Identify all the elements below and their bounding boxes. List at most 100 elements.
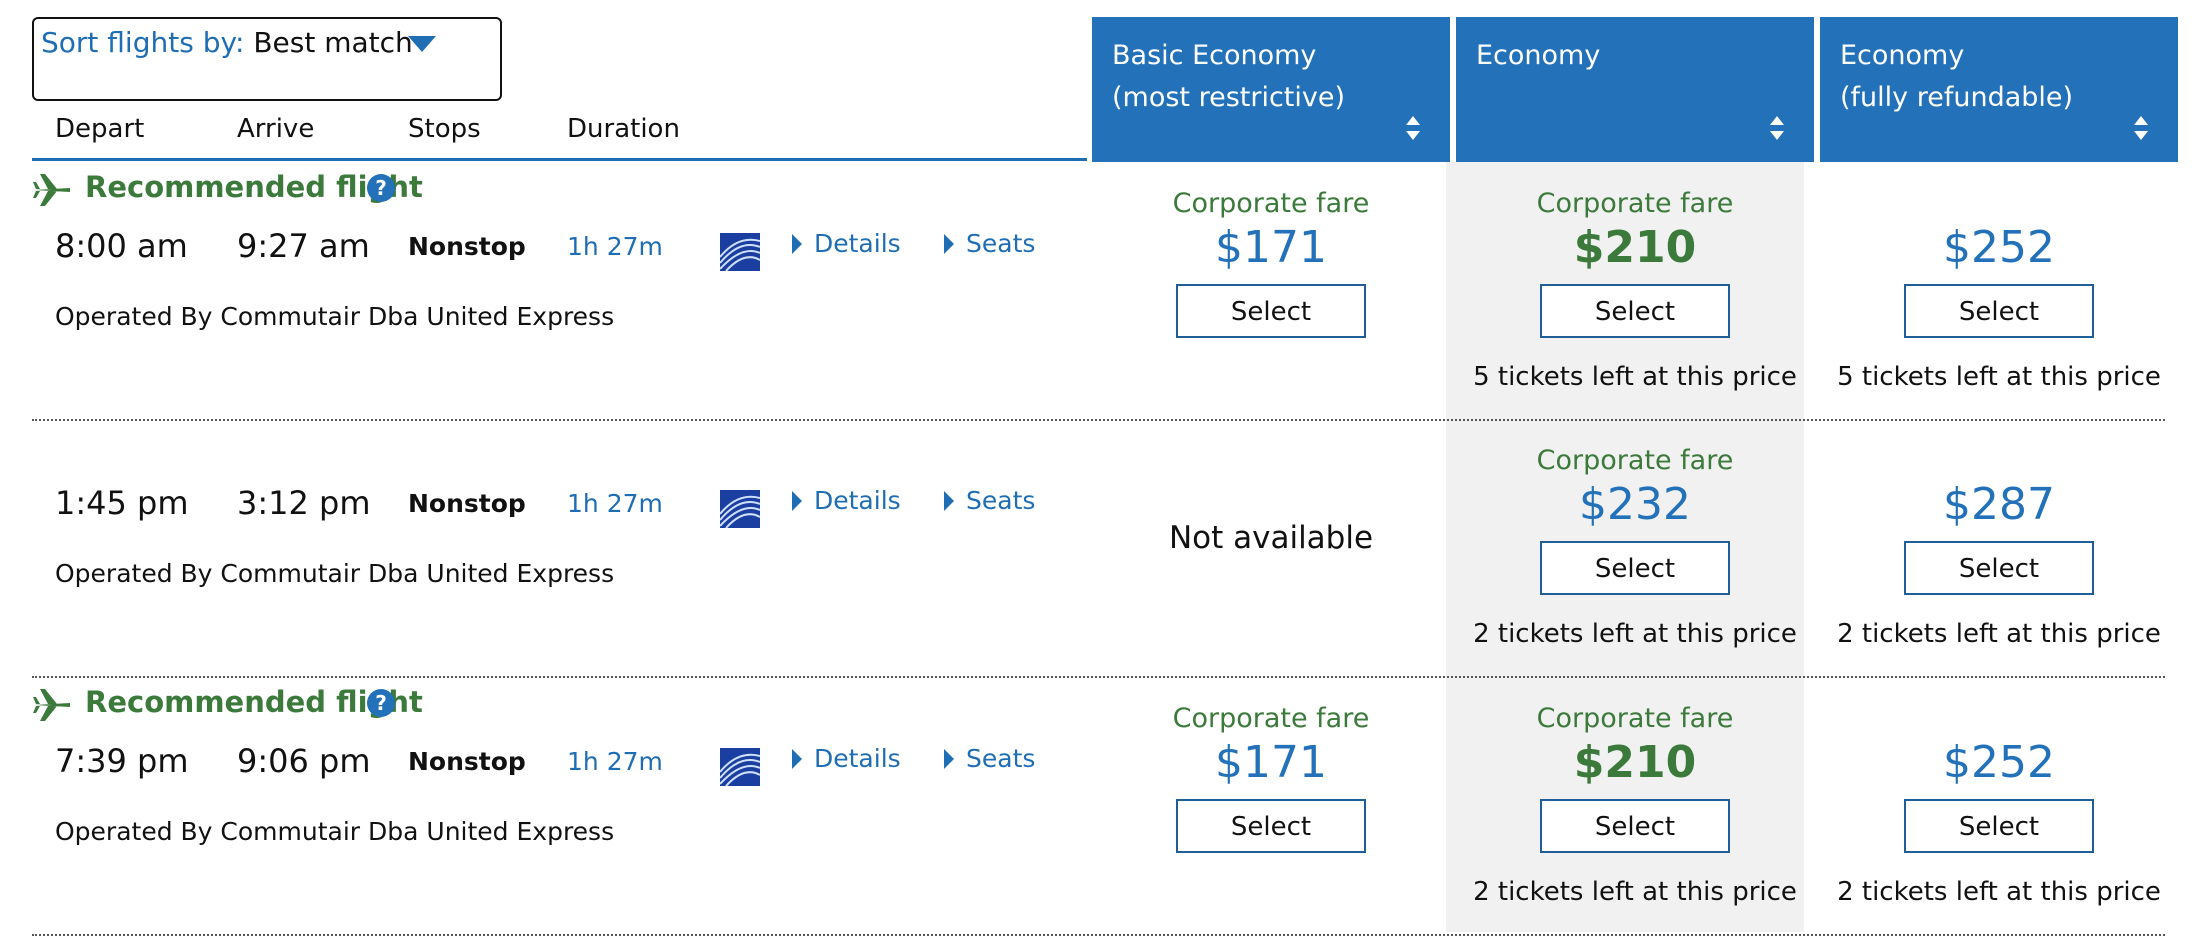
sort-arrows-icon[interactable] xyxy=(2134,116,2148,140)
help-icon[interactable]: ? xyxy=(367,689,395,717)
fare-cell-refundable: $252 Select 2 tickets left at this price xyxy=(1820,701,2178,907)
sort-arrows-icon[interactable] xyxy=(1770,116,1784,140)
tickets-left: 2 tickets left at this price xyxy=(1837,619,2161,649)
details-link-text[interactable]: Details xyxy=(814,229,901,258)
details-link[interactable]: Details xyxy=(792,229,901,258)
select-button[interactable]: Select xyxy=(1540,541,1730,595)
fare-header-subtitle: (most restrictive) xyxy=(1112,82,1346,113)
stops: Nonstop xyxy=(408,747,526,776)
corporate-fare-label: Corporate fare xyxy=(1172,188,1370,219)
seats-link-text[interactable]: Seats xyxy=(966,229,1035,258)
details-link-text[interactable]: Details xyxy=(814,486,901,515)
column-stops[interactable]: Stops xyxy=(408,114,481,144)
corporate-fare-label: Corporate fare xyxy=(1536,445,1734,476)
tickets-left: 2 tickets left at this price xyxy=(1473,877,1797,907)
seats-link[interactable]: Seats xyxy=(944,744,1035,773)
fare-price: $210 xyxy=(1573,222,1697,273)
corporate-fare-spacer xyxy=(1820,443,2178,479)
fare-cell-basic: Corporate fare $171 Select xyxy=(1092,701,1450,853)
select-button[interactable]: Select xyxy=(1904,799,2094,853)
column-duration[interactable]: Duration xyxy=(567,114,680,144)
duration: 1h 27m xyxy=(567,489,663,518)
select-button[interactable]: Select xyxy=(1904,541,2094,595)
sort-label: Sort flights by: Best match xyxy=(41,26,413,59)
select-button[interactable]: Select xyxy=(1540,799,1730,853)
seats-link-text[interactable]: Seats xyxy=(966,744,1035,773)
help-icon[interactable]: ? xyxy=(367,174,395,202)
header-divider xyxy=(32,158,1087,161)
fare-price: $210 xyxy=(1573,737,1697,788)
duration: 1h 27m xyxy=(567,232,663,261)
sort-value: Best match xyxy=(253,26,413,59)
fare-cell-refundable: $252 Select 5 tickets left at this price xyxy=(1820,186,2178,392)
arrive-time: 9:06 pm xyxy=(237,742,371,780)
fare-cell-basic: Not available xyxy=(1092,520,1450,556)
caret-right-icon xyxy=(944,234,954,254)
depart-time: 7:39 pm xyxy=(55,742,189,780)
stops: Nonstop xyxy=(408,232,526,261)
fare-header-basic-economy[interactable]: Basic Economy (most restrictive) xyxy=(1092,17,1450,162)
caret-right-icon xyxy=(792,234,802,254)
tickets-left: 2 tickets left at this price xyxy=(1837,877,2161,907)
fare-price: $171 xyxy=(1215,222,1327,273)
column-arrive[interactable]: Arrive xyxy=(237,114,314,144)
details-link-text[interactable]: Details xyxy=(814,744,901,773)
caret-right-icon xyxy=(792,749,802,769)
chevron-down-icon[interactable] xyxy=(408,36,436,52)
row-divider xyxy=(32,934,2165,936)
select-button[interactable]: Select xyxy=(1176,284,1366,338)
select-button[interactable]: Select xyxy=(1540,284,1730,338)
stops: Nonstop xyxy=(408,489,526,518)
fare-price: $171 xyxy=(1215,737,1327,788)
arrive-time: 9:27 am xyxy=(237,227,370,265)
details-link[interactable]: Details xyxy=(792,486,901,515)
corporate-fare-label: Corporate fare xyxy=(1536,188,1734,219)
depart-time: 8:00 am xyxy=(55,227,188,265)
select-button[interactable]: Select xyxy=(1176,799,1366,853)
operated-by: Operated By Commutair Dba United Express xyxy=(55,302,615,331)
fare-cell-basic: Corporate fare $171 Select xyxy=(1092,186,1450,338)
select-button[interactable]: Select xyxy=(1904,284,2094,338)
corporate-fare-label: Corporate fare xyxy=(1536,703,1734,734)
fare-header-economy-refundable[interactable]: Economy (fully refundable) xyxy=(1820,17,2178,162)
fare-header-title: Economy xyxy=(1840,40,1965,71)
row-divider xyxy=(32,676,2165,678)
fare-cell-economy: Corporate fare $210 Select 5 tickets lef… xyxy=(1456,186,1814,392)
airplane-icon xyxy=(32,170,72,210)
united-logo-icon xyxy=(719,490,761,529)
operated-by: Operated By Commutair Dba United Express xyxy=(55,817,615,846)
fare-cell-economy: Corporate fare $232 Select 2 tickets lef… xyxy=(1456,443,1814,649)
not-available-label: Not available xyxy=(1168,520,1374,556)
depart-time: 1:45 pm xyxy=(55,484,189,522)
fare-cell-refundable: $287 Select 2 tickets left at this price xyxy=(1820,443,2178,649)
details-link[interactable]: Details xyxy=(792,744,901,773)
fare-price: $252 xyxy=(1943,222,2055,273)
sort-arrows-icon[interactable] xyxy=(1406,116,1420,140)
tickets-left: 2 tickets left at this price xyxy=(1473,619,1797,649)
united-logo-icon xyxy=(719,233,761,272)
caret-right-icon xyxy=(792,491,802,511)
seats-link-text[interactable]: Seats xyxy=(966,486,1035,515)
fare-price: $252 xyxy=(1943,737,2055,788)
row-divider xyxy=(32,419,2165,421)
corporate-fare-spacer xyxy=(1820,701,2178,737)
tickets-left: 5 tickets left at this price xyxy=(1837,362,2161,392)
fare-header-title: Basic Economy xyxy=(1112,40,1317,71)
tickets-left: 5 tickets left at this price xyxy=(1473,362,1797,392)
fare-header-title: Economy xyxy=(1476,40,1601,71)
column-depart[interactable]: Depart xyxy=(55,114,144,144)
fare-header-economy[interactable]: Economy xyxy=(1456,17,1814,162)
united-logo-icon xyxy=(719,748,761,787)
corporate-fare-spacer xyxy=(1820,186,2178,222)
fare-price: $232 xyxy=(1579,479,1691,530)
fare-header-subtitle: (fully refundable) xyxy=(1840,82,2074,113)
fare-price: $287 xyxy=(1943,479,2055,530)
duration: 1h 27m xyxy=(567,747,663,776)
corporate-fare-label: Corporate fare xyxy=(1172,703,1370,734)
seats-link[interactable]: Seats xyxy=(944,229,1035,258)
seats-link[interactable]: Seats xyxy=(944,486,1035,515)
arrive-time: 3:12 pm xyxy=(237,484,371,522)
operated-by: Operated By Commutair Dba United Express xyxy=(55,559,615,588)
fare-cell-economy: Corporate fare $210 Select 2 tickets lef… xyxy=(1456,701,1814,907)
airplane-icon xyxy=(32,685,72,725)
